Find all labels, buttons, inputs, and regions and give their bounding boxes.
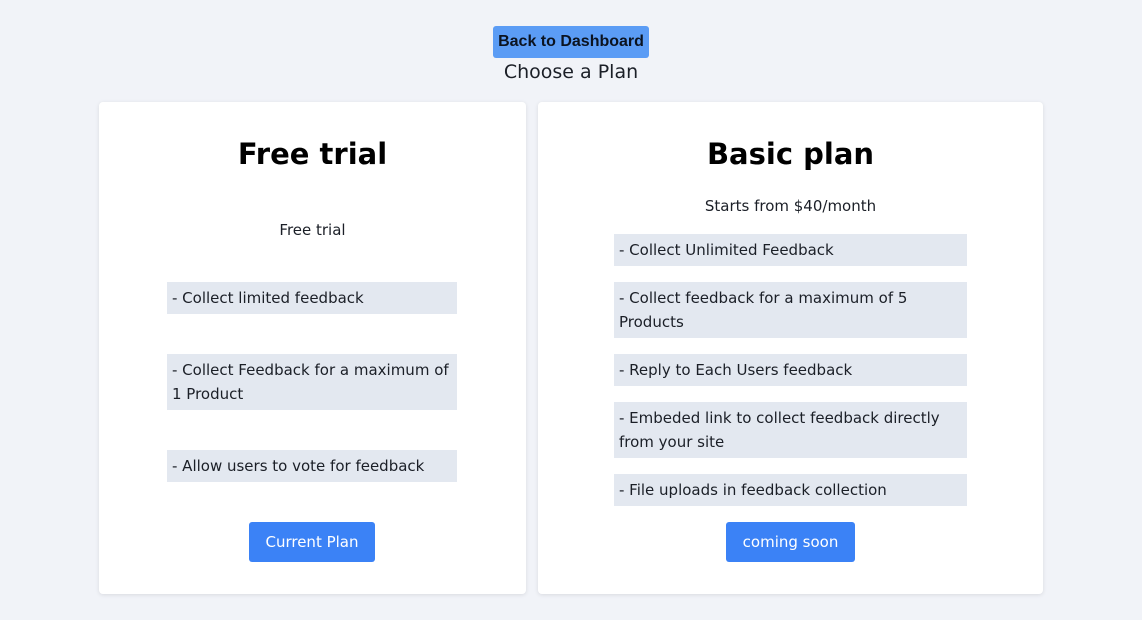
plan-feature-item: - Collect Feedback for a maximum of 1 Pr…	[167, 354, 457, 410]
plan-feature-item: - Embeded link to collect feedback direc…	[614, 402, 967, 458]
plan-feature-item: - Collect feedback for a maximum of 5 Pr…	[614, 282, 967, 338]
current-plan-button[interactable]: Current Plan	[249, 522, 375, 562]
page-title: Choose a Plan	[503, 61, 639, 83]
plan-card-free-trial: Free trial Free trial - Collect limited …	[99, 102, 526, 594]
plan-title: Basic plan	[706, 137, 875, 171]
plan-feature-item: - Collect Unlimited Feedback	[614, 234, 967, 266]
plan-card-basic: Basic plan Starts from $40/month - Colle…	[538, 102, 1043, 594]
plan-subtitle: Free trial	[279, 221, 346, 239]
plan-title: Free trial	[237, 137, 388, 171]
plan-feature-item: - Collect limited feedback	[167, 282, 457, 314]
plan-price: Starts from $40/month	[704, 197, 877, 215]
plan-feature-item: - Reply to Each Users feedback	[614, 354, 967, 386]
plan-feature-item: - File uploads in feedback collection	[614, 474, 967, 506]
back-to-dashboard-button[interactable]: Back to Dashboard	[493, 26, 649, 58]
plan-feature-item: - Allow users to vote for feedback	[167, 450, 457, 482]
coming-soon-button[interactable]: coming soon	[726, 522, 855, 562]
